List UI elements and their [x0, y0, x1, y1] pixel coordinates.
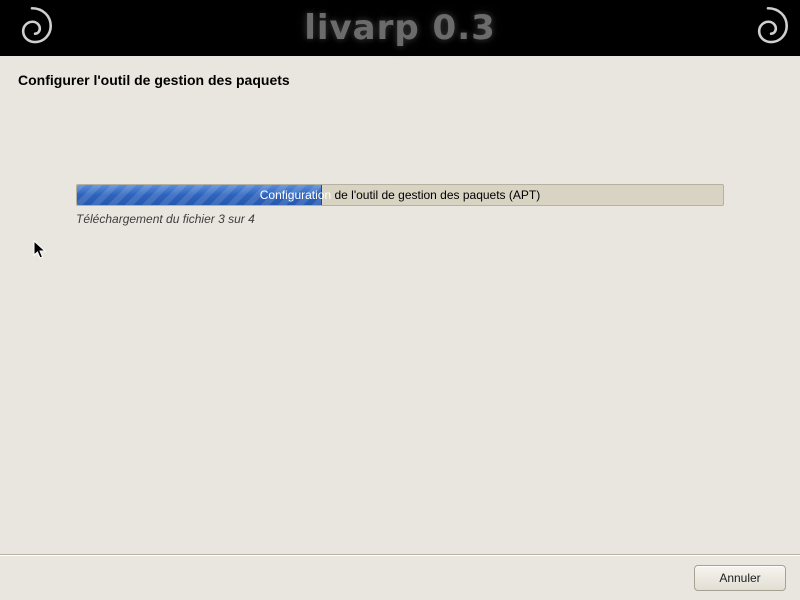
progress-label-filled: Configuration: [260, 188, 331, 202]
cancel-button[interactable]: Annuler: [694, 565, 786, 591]
progress-label-rest: de l'outil de gestion des paquets (APT): [331, 188, 540, 202]
page-title: Configurer l'outil de gestion des paquet…: [18, 72, 782, 88]
progress-status: Téléchargement du fichier 3 sur 4: [76, 212, 724, 226]
debian-swirl-left-icon: [6, 2, 58, 54]
debian-swirl-right-icon: [742, 2, 794, 54]
installer-header: livarp 0.3: [0, 0, 800, 56]
footer-bar: Annuler: [0, 554, 800, 600]
main-panel: Configurer l'outil de gestion des paquet…: [0, 56, 800, 554]
progress-label: Configuration de l'outil de gestion des …: [260, 188, 540, 202]
mouse-cursor-icon: [33, 240, 47, 260]
progress-bar: Configuration de l'outil de gestion des …: [76, 184, 724, 206]
progress-area: Configuration de l'outil de gestion des …: [18, 184, 782, 226]
header-title: livarp 0.3: [304, 8, 496, 48]
